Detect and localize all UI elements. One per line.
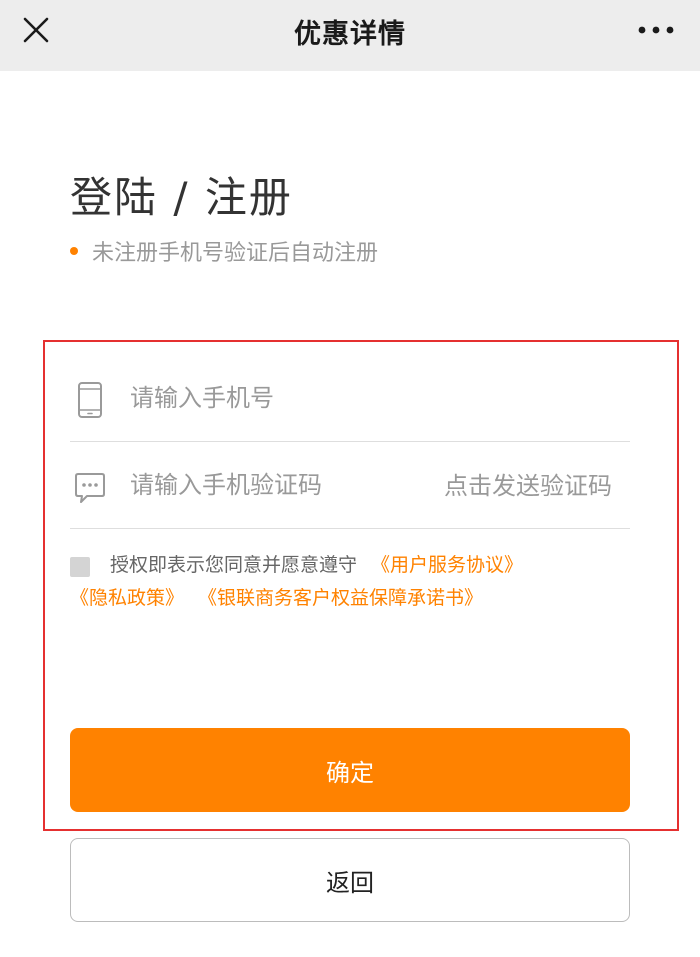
customer-rights-commitment-link[interactable]: 《银联商务客户权益保障承诺书》 [198,587,483,609]
more-options-icon [638,26,674,34]
verification-code-row: 点击发送验证码 [70,443,630,529]
back-button[interactable]: 返回 [70,838,630,922]
verification-code-input[interactable] [130,463,430,507]
auto-register-notice: 未注册手机号验证后自动注册 [70,236,378,266]
more-options-button[interactable] [634,16,678,44]
privacy-policy-link[interactable]: 《隐私政策》 [70,587,184,609]
phone-icon [72,380,108,420]
user-service-agreement-link[interactable]: 《用户服务协议》 [371,554,523,576]
page-title: 优惠详情 [294,19,406,50]
agreement-line-2: 《隐私政策》 《银联商务客户权益保障承诺书》 [70,583,483,613]
chat-bubble-icon [72,467,108,507]
notice-text: 未注册手机号验证后自动注册 [92,241,379,266]
agreement-text: 授权即表示您同意并愿意遵守 [110,554,358,576]
top-navigation-bar: 优惠详情 [0,0,700,71]
phone-field-row [70,356,630,442]
agreement-checkbox[interactable] [70,557,90,577]
bullet-dot-icon [70,247,78,255]
send-code-button[interactable]: 点击发送验证码 [444,466,612,501]
agreement-line-1: 授权即表示您同意并愿意遵守 《用户服务协议》 [110,550,523,580]
confirm-button[interactable]: 确定 [70,728,630,812]
phone-input[interactable] [130,376,430,420]
login-heading: 登陆 / 注册 [70,173,293,222]
